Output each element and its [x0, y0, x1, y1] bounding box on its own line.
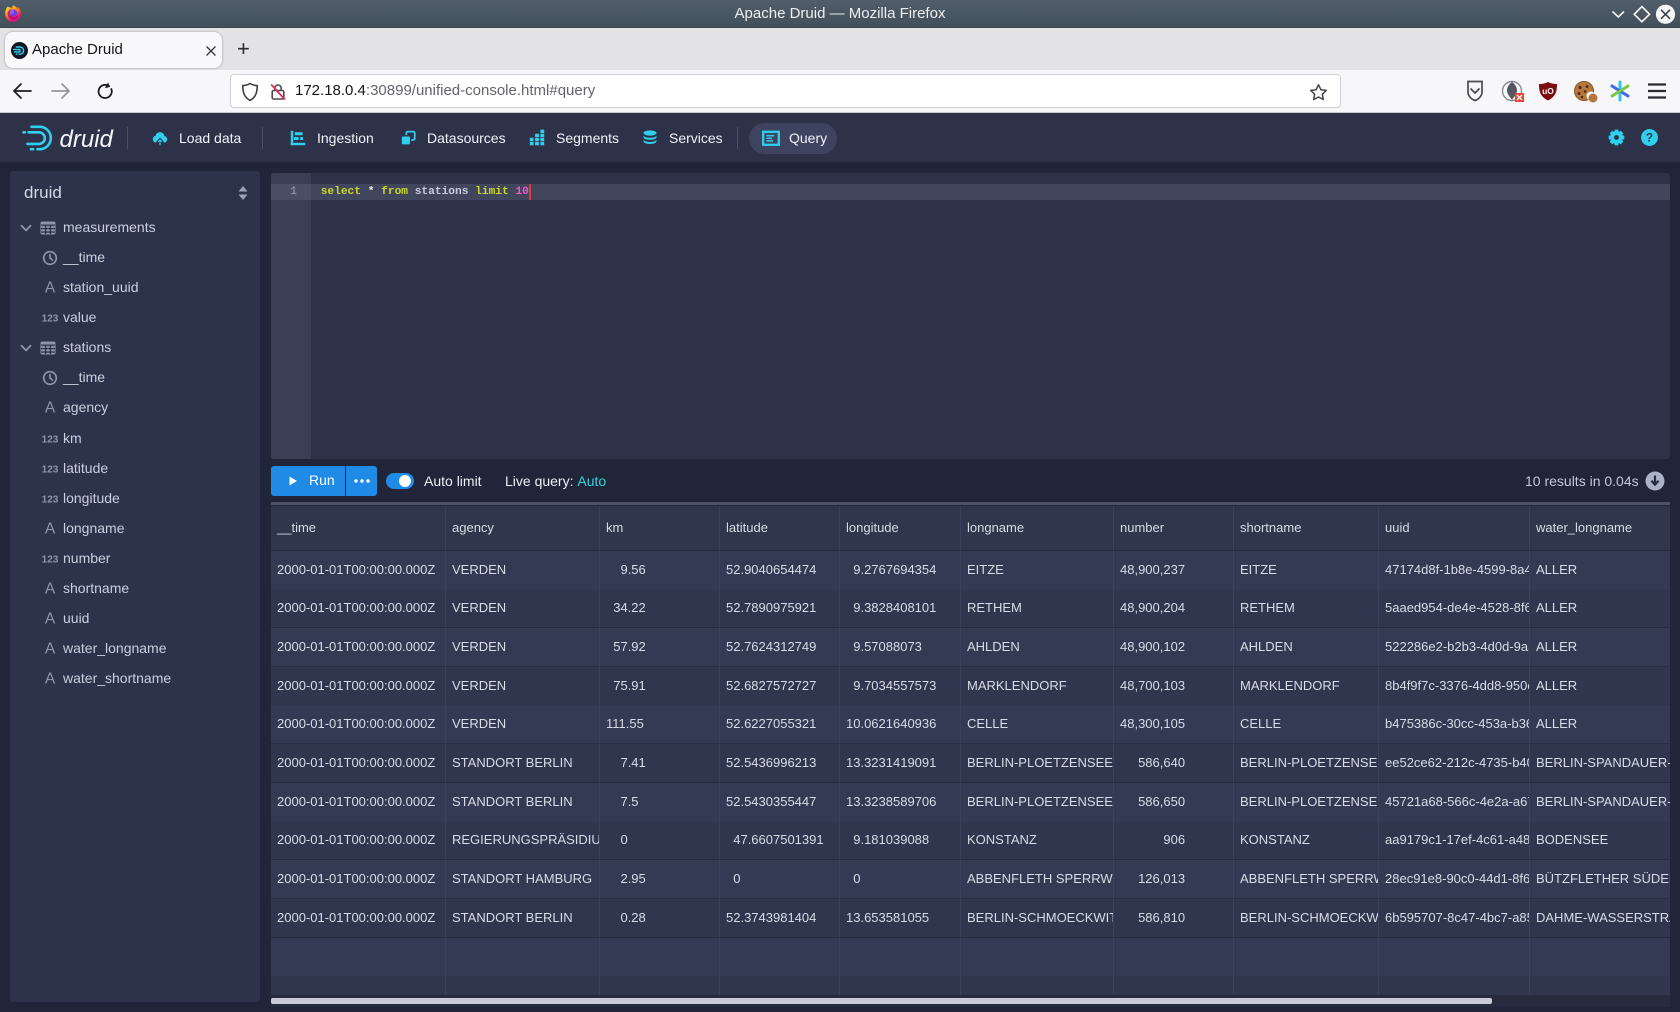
- svg-text:uO: uO: [1542, 86, 1554, 96]
- svg-text:A: A: [45, 521, 56, 537]
- svg-text:A: A: [45, 400, 56, 416]
- svg-text:druid: druid: [60, 126, 114, 153]
- svg-text:A: A: [45, 581, 56, 597]
- svg-text:123: 123: [42, 434, 58, 445]
- svg-text:A: A: [45, 280, 56, 296]
- svg-text:123: 123: [42, 464, 58, 475]
- svg-text:A: A: [45, 641, 56, 657]
- svg-text:A: A: [45, 611, 56, 627]
- svg-text:123: 123: [42, 554, 58, 565]
- svg-text:123: 123: [42, 494, 58, 505]
- svg-text:A: A: [45, 671, 56, 687]
- svg-text:?: ?: [1646, 131, 1653, 145]
- svg-text:123: 123: [42, 314, 58, 325]
